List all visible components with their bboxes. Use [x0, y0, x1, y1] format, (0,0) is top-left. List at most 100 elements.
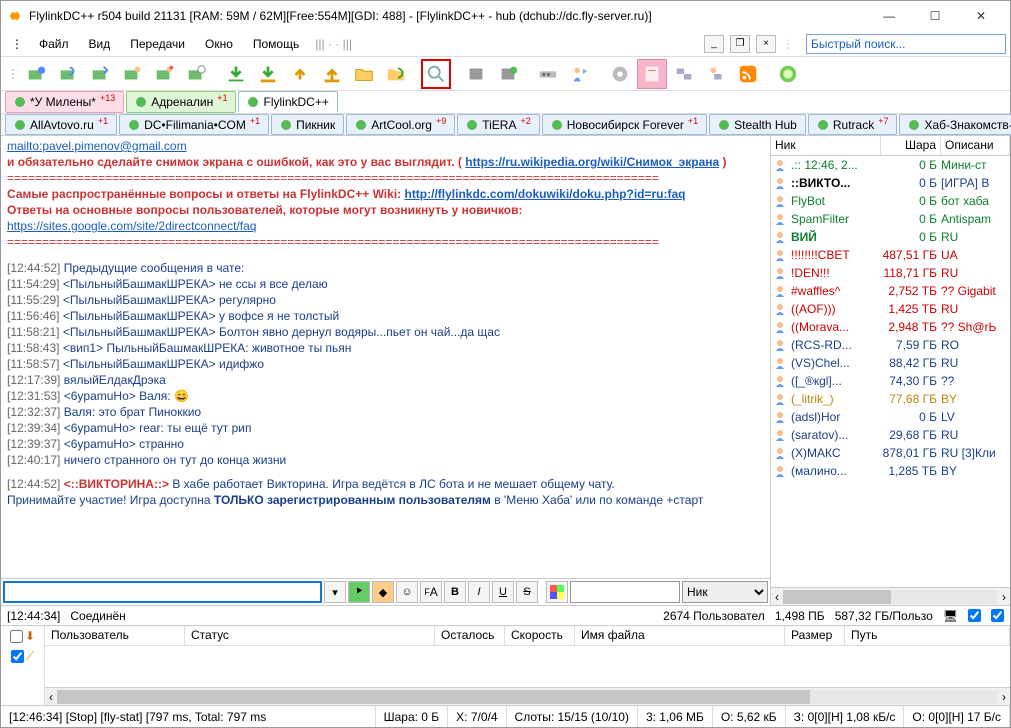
mailto-link[interactable]: mailto:pavel.pimenov@gmail.com: [7, 139, 187, 153]
font-icon[interactable]: FA: [420, 581, 442, 603]
mdi-restore-button[interactable]: ❐: [730, 35, 750, 53]
open-file-icon[interactable]: [349, 59, 379, 89]
shutdown-icon[interactable]: [773, 59, 803, 89]
menu-view[interactable]: Вид: [85, 35, 115, 53]
user-list[interactable]: .:: 12:46, 2...0 БМини-ст::ВИКТО...0 Б[И…: [771, 156, 1010, 587]
hub-connect-icon[interactable]: [21, 59, 51, 89]
user-row[interactable]: .:: 12:46, 2...0 БМини-ст: [771, 156, 1010, 174]
hub-tab[interactable]: Адреналин+1: [126, 91, 236, 113]
transfer-list[interactable]: [45, 646, 1010, 687]
finished-downloads-icon[interactable]: [253, 59, 283, 89]
search-icon[interactable]: [421, 59, 451, 89]
user-row[interactable]: ::ВИКТО...0 Б[ИГРА] В: [771, 174, 1010, 192]
user-icon: [771, 303, 789, 315]
app-icon: [7, 8, 23, 24]
hub-tab[interactable]: Хаб-Знакомств-И-Дру: [899, 114, 1011, 135]
settings-icon[interactable]: [605, 59, 635, 89]
upload-groups-checkbox[interactable]: [11, 650, 24, 663]
user-row[interactable]: (_litrik_)77,68 ГБBY: [771, 390, 1010, 408]
filter-column-select[interactable]: Ник: [682, 581, 768, 603]
mdi-close-button[interactable]: ×: [756, 35, 776, 53]
mdi-minimize-button[interactable]: _: [704, 35, 724, 53]
user-icon: [771, 339, 789, 351]
download-queue-icon[interactable]: [221, 59, 251, 89]
handle-icon: ⋮: [11, 37, 23, 51]
user-row[interactable]: !!!!!!!!СВЕТ487,51 ГБUA: [771, 246, 1010, 264]
user-row[interactable]: FlyBot0 Ббот хаба: [771, 192, 1010, 210]
hub-tab[interactable]: DC•Filimania•COM+1: [119, 114, 269, 135]
favorite-users-icon[interactable]: [149, 59, 179, 89]
multiline-icon[interactable]: ◆: [372, 581, 394, 603]
user-row[interactable]: SpamFilter0 БAntispam: [771, 210, 1010, 228]
color-picker-icon[interactable]: [546, 581, 568, 603]
hub-tab[interactable]: TiERA+2: [457, 114, 540, 135]
user-row[interactable]: (RCS-RD...7,59 ГБRO: [771, 336, 1010, 354]
rss-icon[interactable]: [733, 59, 763, 89]
minimize-button[interactable]: —: [866, 1, 912, 31]
menu-help[interactable]: Помощь: [249, 35, 303, 53]
user-row[interactable]: ВИЙ0 БRU: [771, 228, 1010, 246]
chat-toggle-checkbox[interactable]: [968, 609, 981, 622]
download-groups-checkbox[interactable]: [10, 630, 23, 643]
maximize-button[interactable]: ☐: [912, 1, 958, 31]
userlist-toggle-checkbox[interactable]: [991, 609, 1004, 622]
italic-button[interactable]: I: [468, 581, 490, 603]
window-title: FlylinkDC++ r504 build 21131 [RAM: 59M /…: [29, 9, 866, 23]
quick-search-input[interactable]: [806, 34, 1006, 54]
hub-status-icon: [817, 119, 829, 131]
close-button[interactable]: ✕: [958, 1, 1004, 31]
user-icon: [771, 429, 789, 441]
hub-tab[interactable]: Пикник: [271, 114, 344, 135]
hub-status-bar: [12:44:34] Соединён 2674 Пользовател 1,4…: [1, 605, 1010, 625]
user-list-header[interactable]: Ник Шара Описани: [771, 136, 1010, 156]
hub-tab[interactable]: AllAvtovo.ru+1: [5, 114, 117, 135]
emoticon-icon[interactable]: ☺: [396, 581, 418, 603]
refresh-share-icon[interactable]: [381, 59, 411, 89]
chat-log[interactable]: mailto:pavel.pimenov@gmail.com и обязате…: [1, 136, 770, 578]
user-row[interactable]: (adsl)Hor0 БLV: [771, 408, 1010, 426]
cdmdebug-icon[interactable]: [701, 59, 731, 89]
adl-search-icon[interactable]: [461, 59, 491, 89]
user-row[interactable]: (VS)Chel...88,42 ГБRU: [771, 354, 1010, 372]
upload-queue-icon[interactable]: [285, 59, 315, 89]
hub-tab[interactable]: *У Милены*+13: [5, 91, 124, 113]
user-row[interactable]: ((AOF)))1,425 ТБRU: [771, 300, 1010, 318]
notepad-icon[interactable]: [637, 59, 667, 89]
hub-reconnect-icon[interactable]: [53, 59, 83, 89]
hub-tab[interactable]: Новосибирск Forever+1: [542, 114, 707, 135]
bold-button[interactable]: B: [444, 581, 466, 603]
menu-window[interactable]: Окно: [201, 35, 237, 53]
hash-progress-icon[interactable]: [533, 59, 563, 89]
monitor-icon[interactable]: 🖥: [943, 609, 958, 623]
dropdown-icon[interactable]: ▾: [324, 581, 346, 603]
transfer-header[interactable]: Пользователь Статус Осталось Скорость Им…: [45, 626, 1010, 646]
menu-transfers[interactable]: Передачи: [126, 35, 189, 53]
user-row[interactable]: (Х)МАКС878,01 ГБRU [3]Кли: [771, 444, 1010, 462]
user-row[interactable]: !DEN!!!118,71 ГБRU: [771, 264, 1010, 282]
hub-status-icon: [466, 119, 478, 131]
recent-hubs-icon[interactable]: [181, 59, 211, 89]
public-hubs-icon[interactable]: [493, 59, 523, 89]
network-stats-icon[interactable]: [669, 59, 699, 89]
hub-tab[interactable]: Rutrack+7: [808, 114, 898, 135]
underline-button[interactable]: U: [492, 581, 514, 603]
user-hscroll[interactable]: ‹›: [771, 587, 1010, 605]
user-row[interactable]: ((Morava...2,948 ТБ?? Sh@rЬ: [771, 318, 1010, 336]
strike-button[interactable]: S: [516, 581, 538, 603]
user-row[interactable]: (малино...1,285 ТБBY: [771, 462, 1010, 480]
hub-follow-icon[interactable]: [85, 59, 115, 89]
user-row[interactable]: #waffles^2,752 ТБ?? Gigabit: [771, 282, 1010, 300]
hub-tab[interactable]: Stealth Hub: [709, 114, 806, 135]
favorite-hubs-icon[interactable]: [117, 59, 147, 89]
menu-file[interactable]: Файл: [35, 35, 73, 53]
hub-tab[interactable]: FlylinkDC++: [238, 91, 337, 113]
transfer-hscroll[interactable]: ‹›: [45, 687, 1010, 705]
chat-message-input[interactable]: [3, 581, 322, 603]
finished-uploads-icon[interactable]: [317, 59, 347, 89]
user-filter-input[interactable]: [570, 581, 680, 603]
user-row[interactable]: (saratov)...29,68 ГБRU: [771, 426, 1010, 444]
send-icon[interactable]: ⯈: [348, 581, 370, 603]
away-icon[interactable]: [565, 59, 595, 89]
user-row[interactable]: ([_®кgl]...74,30 ГБ??: [771, 372, 1010, 390]
hub-tab[interactable]: ArtCool.org+9: [346, 114, 455, 135]
